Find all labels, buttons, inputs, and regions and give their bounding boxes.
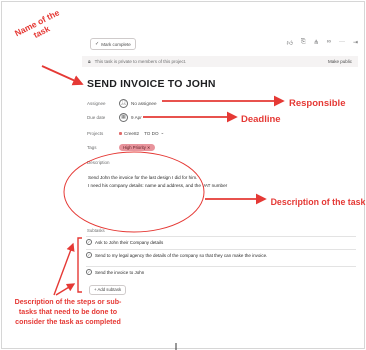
annotation-description: Description of the task: [270, 197, 366, 207]
description-line: I need his company details: name and add…: [88, 183, 228, 188]
task-toolbar: ✓ Mark complete 👍︎ ⎘ ⋔ ∞ ··· ⇥: [90, 38, 358, 51]
assignee-label: Assignee: [87, 100, 106, 106]
tags-row: Tags High Priority ✕: [87, 142, 155, 152]
description-row: Description: [87, 157, 119, 167]
make-public-link[interactable]: Make public: [328, 59, 352, 64]
subtasks-label: Subtasks: [87, 228, 105, 233]
subtask-label: Ask to John their Company details: [95, 239, 164, 245]
privacy-bar: 🔒︎ This task is private to members of th…: [82, 56, 358, 67]
project-color-dot: [119, 131, 122, 135]
due-date-label: Due date: [87, 114, 106, 120]
subtask-item[interactable]: ✓ Send the invoice to John: [86, 266, 356, 277]
annotation-responsible: Responsible: [289, 98, 346, 109]
privacy-text: This task is private to members of this …: [94, 59, 187, 64]
tag-high-priority[interactable]: High Priority ✕: [119, 143, 155, 151]
description-line: Send John the invoice for the last desig…: [88, 175, 198, 180]
calendar-icon[interactable]: ▦: [119, 112, 128, 122]
subtask-check-icon[interactable]: ✓: [86, 252, 92, 258]
project-name[interactable]: Cree82: [124, 131, 139, 136]
tags-label: Tags: [87, 144, 97, 150]
subtask-check-icon[interactable]: ✓: [86, 269, 92, 275]
subtask-item[interactable]: ✓ Ask to John their Company details: [86, 236, 356, 247]
attachment-icon[interactable]: ⎘: [301, 39, 306, 47]
task-title[interactable]: SEND INVOICE TO JOHN: [87, 78, 216, 90]
tag-label: High Priority: [123, 144, 146, 150]
assignee-value[interactable]: No assignee: [131, 101, 157, 106]
check-icon: ✓: [95, 40, 100, 47]
link-icon[interactable]: ∞: [327, 39, 331, 47]
mark-complete-button[interactable]: ✓ Mark complete: [90, 38, 136, 50]
description-text[interactable]: Send John the invoice for the last desig…: [88, 174, 227, 190]
subtask-label: Send to my legal agency the details of t…: [95, 252, 268, 258]
subtask-icon[interactable]: ⋔: [314, 39, 319, 47]
annotation-steps: Description of the steps or sub-tasks th…: [14, 298, 122, 326]
project-section[interactable]: TO DO: [144, 131, 158, 136]
projects-label: Projects: [87, 130, 104, 136]
close-panel-icon[interactable]: ⇥: [353, 39, 358, 47]
thumbs-up-icon[interactable]: 👍︎: [287, 39, 293, 47]
description-label: Description: [87, 159, 110, 165]
add-subtask-button[interactable]: + Add subtask: [89, 285, 127, 295]
subtask-check-icon[interactable]: ✓: [86, 239, 92, 245]
user-icon[interactable]: 👤︎: [119, 98, 128, 108]
subtask-label: Send the invoice to John: [95, 269, 145, 275]
annotation-deadline: Deadline: [241, 114, 281, 125]
chevron-down-icon[interactable]: ⌄: [161, 130, 165, 136]
subtask-item[interactable]: ✓ Send to my legal agency the details of…: [86, 249, 356, 260]
due-date-row: Due date ▦ 9 Apr: [87, 112, 142, 122]
lock-icon: 🔒︎: [88, 58, 91, 65]
more-icon[interactable]: ···: [339, 39, 345, 47]
toolbar-icons: 👍︎ ⎘ ⋔ ∞ ··· ⇥: [287, 39, 358, 47]
projects-row: Projects Cree82 TO DO ⌄: [87, 128, 164, 138]
due-date-value[interactable]: 9 Apr: [131, 115, 142, 120]
mark-complete-label: Mark complete: [101, 41, 131, 47]
assignee-row: Assignee 👤︎ No assignee: [87, 98, 157, 108]
